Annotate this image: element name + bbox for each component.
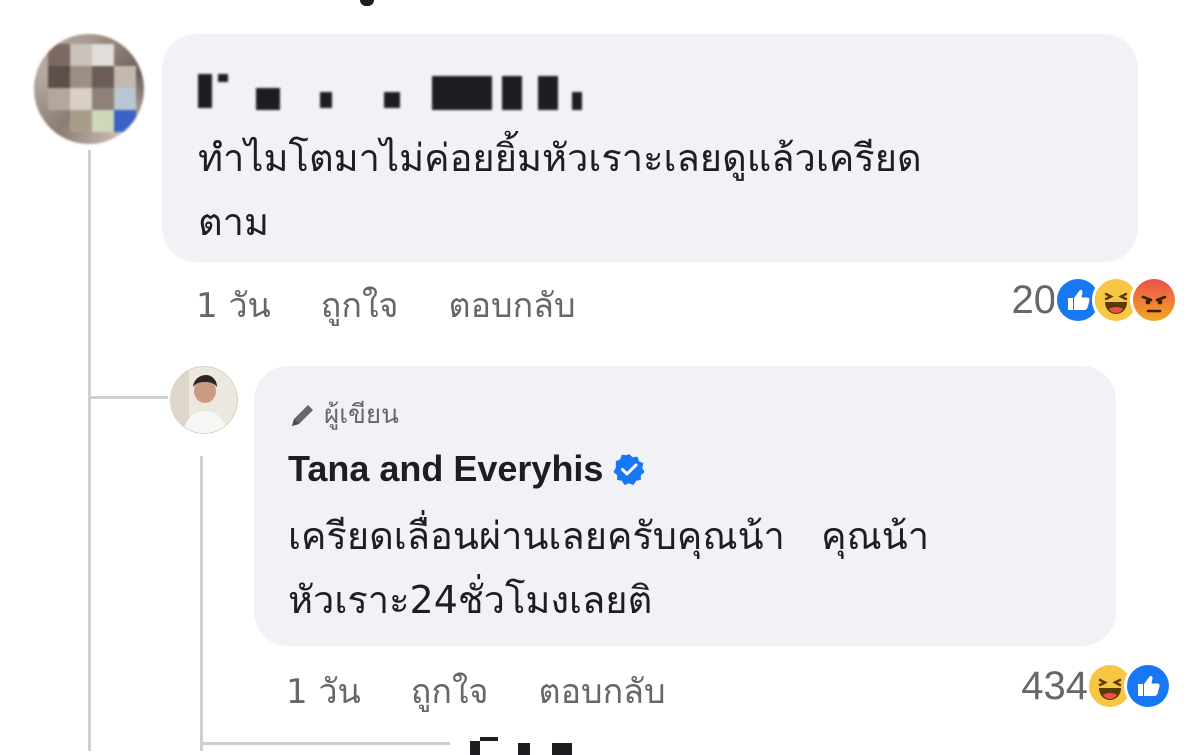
timestamp[interactable]: 1 วัน bbox=[286, 664, 361, 718]
reply-text: เครียดเลื่อนผ่านเลยครับคุณน้า คุณน้า หัว… bbox=[288, 514, 930, 622]
reaction-summary[interactable]: 20 bbox=[1011, 276, 1178, 324]
author-name[interactable]: Tana and Everyhis bbox=[288, 448, 646, 490]
timestamp[interactable]: 1 วัน bbox=[196, 278, 271, 332]
reply-actions: 1 วัน ถูกใจ ตอบกลับ bbox=[286, 664, 666, 718]
reply-thread-line bbox=[200, 456, 203, 751]
profile-photo bbox=[171, 367, 237, 433]
reply-bubble: ผู้เขียน Tana and Everyhis เครียดเลื่อนผ… bbox=[254, 366, 1116, 646]
comment-text: ทำไมโตมาไม่ค่อยยิ้มหัวเราะเลยดูแล้วเครีย… bbox=[198, 136, 922, 244]
cropped-text-fragment bbox=[470, 735, 610, 755]
reaction-summary[interactable]: 434 bbox=[1021, 662, 1172, 710]
comment-actions: 1 วัน ถูกใจ ตอบกลับ bbox=[196, 278, 576, 332]
thread-line-vertical bbox=[88, 150, 91, 751]
like-button[interactable]: ถูกใจ bbox=[321, 278, 399, 332]
author-badge: ผู้เขียน bbox=[288, 394, 399, 435]
author-name-text[interactable]: Tana and Everyhis bbox=[288, 448, 603, 490]
comment-bubble: ทำไมโตมาไม่ค่อยยิ้มหัวเราะเลยดูแล้วเครีย… bbox=[162, 34, 1138, 262]
avatar[interactable] bbox=[34, 34, 144, 144]
like-button[interactable]: ถูกใจ bbox=[411, 664, 489, 718]
thread-line-branch bbox=[88, 396, 168, 399]
reply-button[interactable]: ตอบกลับ bbox=[538, 664, 665, 718]
pen-icon bbox=[288, 400, 318, 430]
reaction-count: 434 bbox=[1021, 663, 1088, 708]
like-icon bbox=[1124, 662, 1172, 710]
author-badge-label: ผู้เขียน bbox=[324, 400, 399, 430]
reply-thread-branch bbox=[200, 742, 450, 745]
reply-button[interactable]: ตอบกลับ bbox=[448, 278, 575, 332]
cropped-text-fragment bbox=[360, 0, 374, 6]
angry-icon bbox=[1130, 276, 1178, 324]
verified-badge-icon bbox=[613, 453, 646, 485]
commenter-name-censored[interactable] bbox=[198, 68, 618, 112]
reaction-count: 20 bbox=[1011, 277, 1057, 322]
author-avatar[interactable] bbox=[170, 366, 238, 434]
